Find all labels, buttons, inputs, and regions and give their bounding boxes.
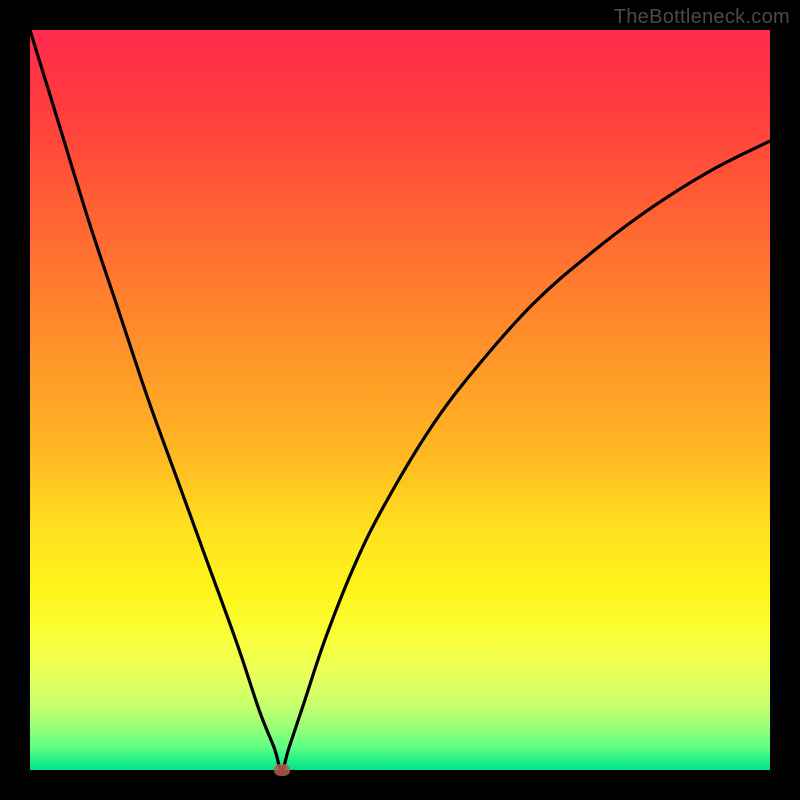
watermark-text: TheBottleneck.com: [614, 6, 790, 29]
plot-area: [30, 30, 770, 770]
minimum-marker: [274, 764, 290, 776]
chart-frame: TheBottleneck.com: [0, 0, 800, 800]
bottleneck-curve: [30, 30, 770, 770]
curve-svg: [30, 30, 770, 770]
